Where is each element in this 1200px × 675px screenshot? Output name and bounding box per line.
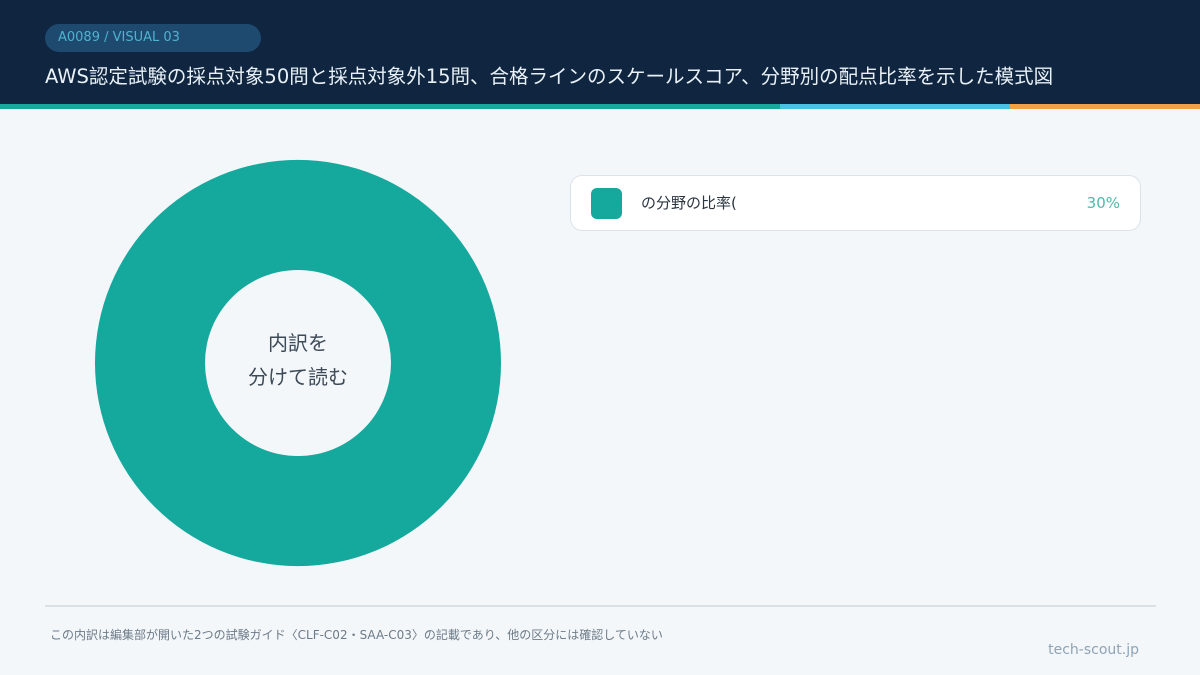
visual-code-badge: A0089 / VISUAL 03 (45, 24, 261, 52)
donut-center-line-1: 内訳を (268, 331, 328, 355)
accent-stripe-cyan (780, 104, 1010, 109)
header-bar: A0089 / VISUAL 03 AWS認定試験の採点対象50問と採点対象外1… (0, 0, 1200, 104)
legend-swatch (591, 188, 622, 219)
donut-center-label: 内訳を 分けて読む (198, 326, 398, 394)
legend-item: の分野の比率( 30% (570, 175, 1141, 231)
source-credit: tech-scout.jp (1048, 642, 1139, 658)
accent-stripe-orange (1010, 104, 1200, 109)
page-title: AWS認定試験の採点対象50問と採点対象外15問、合格ラインのスケールスコア、分… (45, 65, 1054, 88)
legend-value: 30% (1086, 194, 1120, 212)
footer-divider (45, 605, 1156, 607)
legend-label: の分野の比率( (641, 194, 737, 212)
footnote: この内訳は編集部が開いた2つの試験ガイド〈CLF-C02・SAA-C03〉の記載… (50, 628, 663, 642)
donut-center-line-2: 分けて読む (248, 365, 348, 389)
